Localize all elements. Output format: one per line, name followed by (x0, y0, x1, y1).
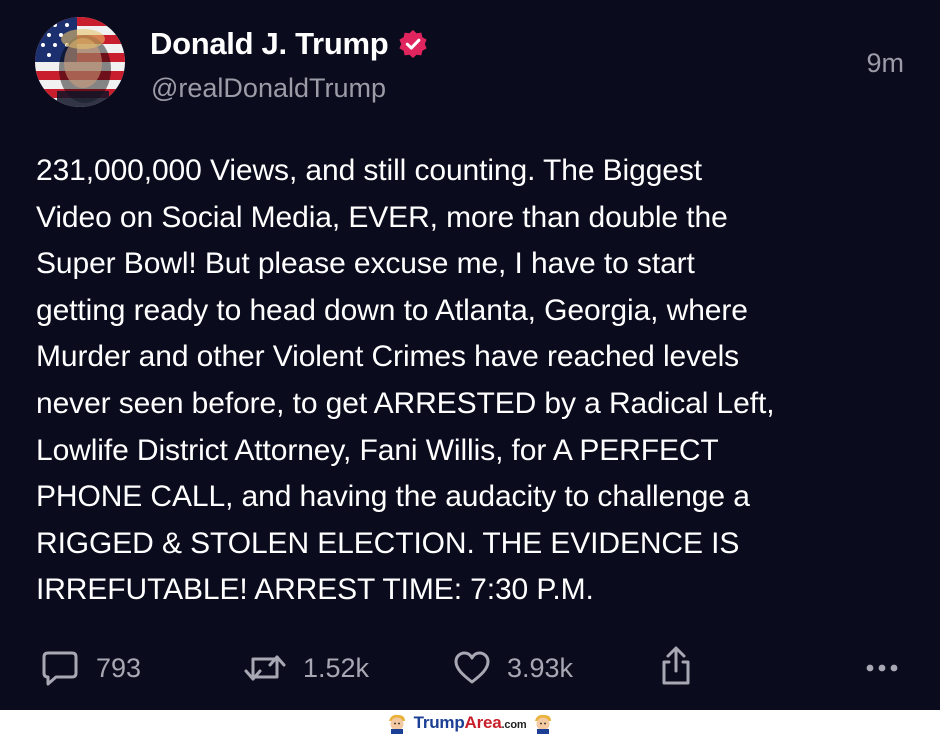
avatar-image (35, 17, 125, 107)
mascot-right-icon (532, 712, 554, 734)
watermark-brand: TrumpArea.com (414, 713, 527, 733)
author-handle[interactable]: @realDonaldTrump (151, 73, 386, 104)
mascot-left-icon (386, 712, 408, 734)
like-count: 3.93k (507, 652, 574, 683)
watermark-brand-tld: .com (501, 718, 527, 731)
avatar[interactable] (35, 17, 125, 107)
reply-button[interactable]: 793 (40, 648, 141, 688)
more-options-button[interactable] (864, 648, 900, 688)
repost-arrows-icon (243, 649, 287, 687)
watermark-bar: TrumpArea.com (0, 710, 940, 735)
post-card: Donald J. Trump @realDonaldTrump 9m 231,… (0, 0, 940, 710)
verified-badge-icon (398, 29, 428, 59)
reply-count: 793 (96, 652, 142, 683)
like-button[interactable]: 3.93k (453, 648, 573, 688)
watermark-brand-main: Trump (413, 712, 465, 732)
speech-bubble-icon (40, 649, 80, 687)
watermark-brand-accent: Area (464, 712, 502, 732)
share-button[interactable] (660, 646, 692, 686)
share-icon (660, 645, 692, 687)
more-dots-icon (864, 648, 900, 688)
heart-icon (453, 650, 491, 686)
repost-button[interactable]: 1.52k (243, 648, 369, 688)
repost-count: 1.52k (303, 652, 370, 683)
post-timestamp[interactable]: 9m (866, 48, 904, 79)
author-display-name[interactable]: Donald J. Trump (150, 26, 389, 62)
post-body-text: 231,000,000 Views, and still counting. T… (36, 154, 775, 607)
author-name-row: Donald J. Trump (150, 26, 428, 62)
